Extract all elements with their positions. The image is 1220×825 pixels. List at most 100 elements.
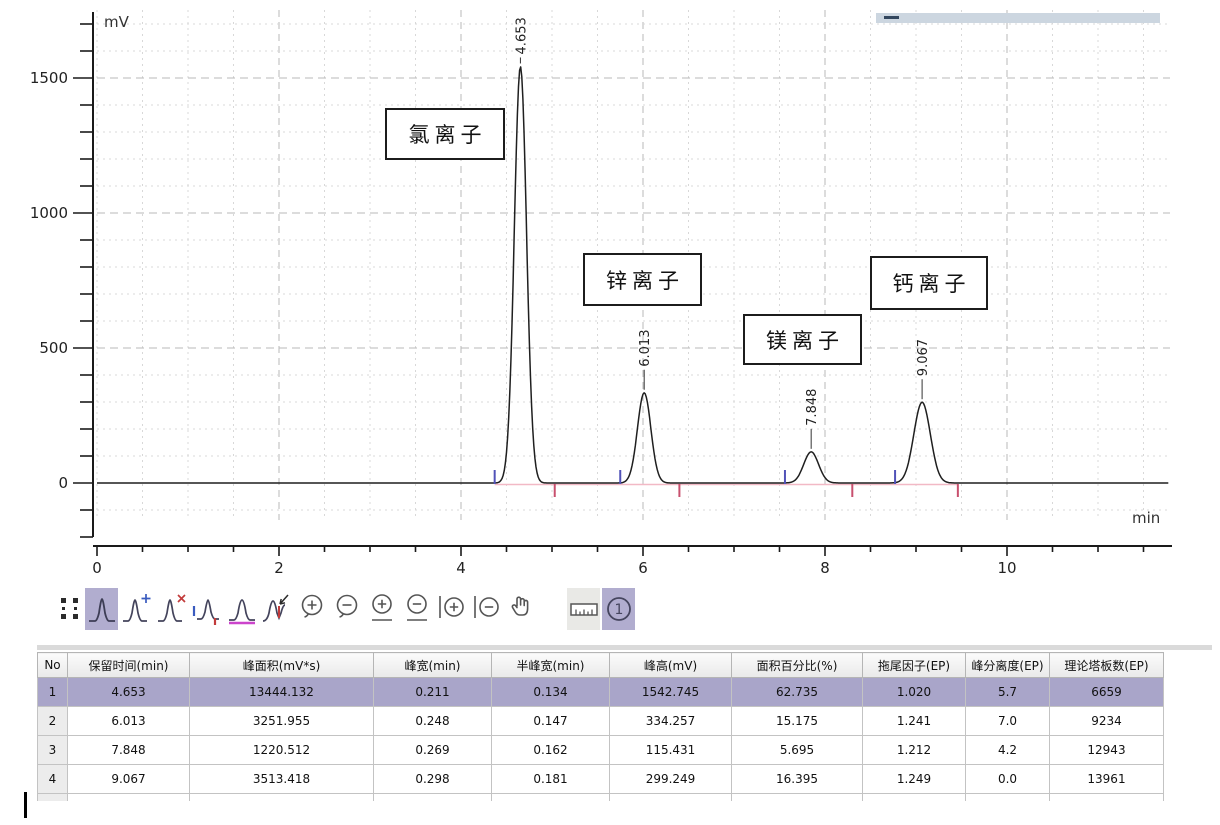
column-header[interactable]: 峰宽(min) [374, 653, 492, 678]
table-cell[interactable]: 9.067 [68, 765, 190, 794]
zoom-in-button[interactable] [295, 588, 328, 630]
table-row[interactable]: 14.65313444.1320.2110.1341542.74562.7351… [38, 678, 1164, 707]
svg-text:4: 4 [456, 559, 466, 577]
column-header[interactable]: 峰高(mV) [610, 653, 732, 678]
table-cell[interactable]: 115.431 [610, 736, 732, 765]
svg-text:10: 10 [997, 559, 1016, 577]
table-cell[interactable]: 15.175 [732, 707, 863, 736]
svg-text:1500: 1500 [30, 69, 68, 87]
fit-view-icon [59, 596, 81, 622]
column-header[interactable]: 保留时间(min) [68, 653, 190, 678]
table-cell[interactable]: 4.2 [966, 736, 1050, 765]
text-cursor [24, 792, 27, 818]
table-cell[interactable]: 0.269 [374, 736, 492, 765]
zoom-out-vertical-button[interactable] [400, 588, 433, 630]
peak-baseline-button[interactable] [225, 588, 258, 630]
table-cell[interactable]: 5.7 [966, 678, 1050, 707]
table-cell[interactable]: 6659 [1050, 678, 1164, 707]
svg-text:9.067: 9.067 [916, 339, 931, 376]
table-cell[interactable]: 1.249 [863, 765, 966, 794]
column-header[interactable]: No [38, 653, 68, 678]
zoom-out-horizontal-button[interactable] [470, 588, 503, 630]
table-cell[interactable]: 0.134 [492, 678, 610, 707]
column-header[interactable]: 峰面积(mV*s) [190, 653, 374, 678]
table-cell[interactable]: 16.395 [732, 765, 863, 794]
table-cell[interactable]: 5.695 [732, 736, 863, 765]
column-header[interactable]: 理论塔板数(EP) [1050, 653, 1164, 678]
table-cell[interactable]: 0.181 [492, 765, 610, 794]
table-cell[interactable]: 13961 [1050, 765, 1164, 794]
y-axis-unit-label: mV [104, 13, 129, 31]
column-header[interactable]: 拖尾因子(EP) [863, 653, 966, 678]
peak-tool-button[interactable] [85, 588, 118, 630]
overlay-1-button[interactable]: 1 [602, 588, 635, 630]
zoom-in-horizontal-button[interactable] [435, 588, 468, 630]
table-cell[interactable]: 9234 [1050, 707, 1164, 736]
table-cell[interactable]: 0.298 [374, 765, 492, 794]
table-cell[interactable]: 62.735 [732, 678, 863, 707]
row-number-cell[interactable]: 2 [38, 707, 68, 736]
peak-annotation-magnesium: 镁离子 [743, 314, 862, 365]
table-cell[interactable]: 3251.955 [190, 707, 374, 736]
chromatogram-plot[interactable]: 05001000150002468104.6536.0137.8489.067 … [0, 0, 1220, 582]
ruler-icon [568, 592, 600, 626]
circled-1-icon: 1 [604, 592, 634, 626]
peak-split-icon [261, 592, 293, 626]
svg-text:1: 1 [614, 602, 623, 618]
table-cell[interactable]: 13444.132 [190, 678, 374, 707]
peak-start-end-icon [191, 592, 223, 626]
table-cell [610, 794, 732, 802]
table-cell[interactable]: 7.848 [68, 736, 190, 765]
peak-annotation-zinc: 锌离子 [583, 253, 702, 306]
table-cell[interactable]: 12943 [1050, 736, 1164, 765]
table-cell[interactable]: 1220.512 [190, 736, 374, 765]
add-peak-button[interactable] [120, 588, 153, 630]
table-cell [68, 794, 190, 802]
pan-hand-icon [507, 592, 537, 626]
zoom-in-vertical-button[interactable] [365, 588, 398, 630]
table-cell[interactable]: 299.249 [610, 765, 732, 794]
svg-text:6.013: 6.013 [638, 330, 653, 367]
zoom-in-horizontal-icon [437, 592, 467, 626]
delete-peak-button[interactable] [155, 588, 188, 630]
svg-text:6: 6 [638, 559, 648, 577]
column-header[interactable]: 峰分离度(EP) [966, 653, 1050, 678]
zoom-out-button[interactable] [330, 588, 363, 630]
table-cell[interactable]: 3513.418 [190, 765, 374, 794]
table-cell[interactable]: 0.147 [492, 707, 610, 736]
table-top-separator [37, 645, 1212, 650]
table-cell[interactable]: 1542.745 [610, 678, 732, 707]
row-number-cell[interactable]: 1 [38, 678, 68, 707]
table-cell [863, 794, 966, 802]
table-row[interactable]: 26.0133251.9550.2480.147334.25715.1751.2… [38, 707, 1164, 736]
delete-peak-icon [157, 592, 187, 626]
column-header[interactable]: 半峰宽(min) [492, 653, 610, 678]
svg-text:500: 500 [39, 339, 68, 357]
column-header[interactable]: 面积百分比(%) [732, 653, 863, 678]
table-cell [492, 794, 610, 802]
table-cell[interactable]: 7.0 [966, 707, 1050, 736]
table-cell[interactable]: 1.241 [863, 707, 966, 736]
peak-start-end-button[interactable] [190, 588, 223, 630]
table-cell[interactable]: 4.653 [68, 678, 190, 707]
table-cell[interactable]: 0.248 [374, 707, 492, 736]
pan-button[interactable] [505, 588, 538, 630]
table-cell[interactable]: 6.013 [68, 707, 190, 736]
table-row[interactable]: 37.8481220.5120.2690.162115.4315.6951.21… [38, 736, 1164, 765]
zoom-out-icon [332, 592, 362, 626]
peak-split-button[interactable] [260, 588, 293, 630]
add-peak-icon [122, 592, 152, 626]
fit-view-button[interactable] [57, 588, 83, 630]
table-cell[interactable]: 1.020 [863, 678, 966, 707]
row-number-cell[interactable]: 4 [38, 765, 68, 794]
table-row[interactable]: 49.0673513.4180.2980.181299.24916.3951.2… [38, 765, 1164, 794]
ruler-button[interactable] [567, 588, 600, 630]
table-cell[interactable]: 334.257 [610, 707, 732, 736]
row-number-cell[interactable]: 3 [38, 736, 68, 765]
table-cell[interactable]: 0.211 [374, 678, 492, 707]
table-cell[interactable]: 0.162 [492, 736, 610, 765]
svg-text:8: 8 [820, 559, 830, 577]
table-cell[interactable]: 1.212 [863, 736, 966, 765]
svg-text:0: 0 [92, 559, 102, 577]
table-cell[interactable]: 0.0 [966, 765, 1050, 794]
